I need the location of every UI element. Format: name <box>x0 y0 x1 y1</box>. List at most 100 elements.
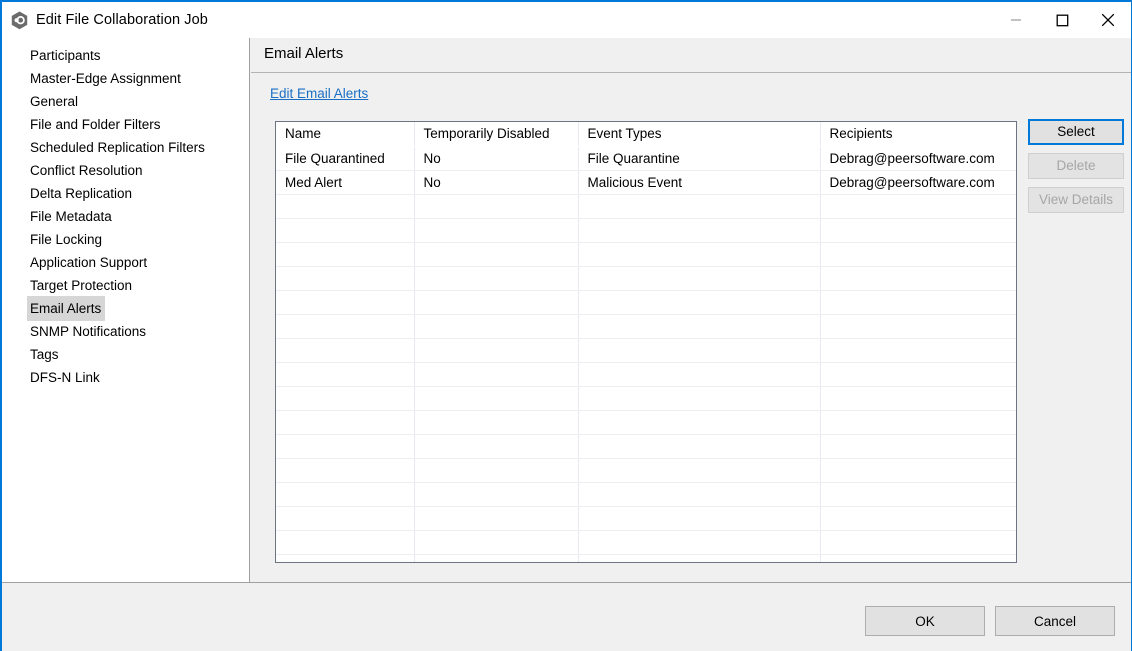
window-title: Edit File Collaboration Job <box>36 12 208 28</box>
title-bar: Edit File Collaboration Job <box>2 2 1131 38</box>
table-row[interactable]: Med Alert No Malicious Event Debrag@peer… <box>276 170 1016 195</box>
cell-empty <box>820 506 1016 531</box>
cell-empty <box>578 218 821 243</box>
sidebar-item-delta-replication[interactable]: Delta Replication <box>2 181 249 204</box>
cell-empty <box>414 218 579 243</box>
close-icon[interactable] <box>1085 2 1131 38</box>
table-row[interactable] <box>276 530 1016 555</box>
cell-empty <box>276 290 415 315</box>
cell-empty <box>820 218 1016 243</box>
sidebar-item-label: DFS-N Link <box>30 370 100 385</box>
table-row[interactable] <box>276 338 1016 363</box>
cell-empty <box>578 506 821 531</box>
cell-empty <box>414 434 579 459</box>
column-header-name[interactable]: Name <box>276 122 415 147</box>
table-row[interactable] <box>276 410 1016 435</box>
cell-empty <box>578 242 821 267</box>
table-row[interactable] <box>276 458 1016 483</box>
table-row[interactable] <box>276 218 1016 243</box>
view-details-button[interactable]: View Details <box>1028 187 1124 213</box>
table-row[interactable] <box>276 434 1016 459</box>
cell-empty <box>414 314 579 339</box>
cell-recipients: Debrag@peersoftware.com <box>820 146 1016 171</box>
cell-empty <box>820 410 1016 435</box>
select-button[interactable]: Select <box>1028 119 1124 145</box>
cell-empty <box>414 362 579 387</box>
sidebar-item-dfs-n-link[interactable]: DFS-N Link <box>2 365 249 388</box>
peer-hexagon-icon <box>10 10 28 30</box>
maximize-icon[interactable] <box>1039 2 1085 38</box>
column-header-recipients[interactable]: Recipients <box>820 122 1016 147</box>
cell-event-types: File Quarantine <box>578 146 821 171</box>
sidebar-item-file-and-folder-filters[interactable]: File and Folder Filters <box>2 112 249 135</box>
table-row[interactable] <box>276 482 1016 507</box>
cell-empty <box>276 266 415 291</box>
sidebar-item-label: Target Protection <box>30 278 133 293</box>
sidebar-item-snmp-notifications[interactable]: SNMP Notifications <box>2 319 249 342</box>
cell-empty <box>276 314 415 339</box>
column-header-event-types[interactable]: Event Types <box>578 122 821 147</box>
sidebar-item-label: Master-Edge Assignment <box>30 71 181 86</box>
sidebar-item-application-support[interactable]: Application Support <box>2 250 249 273</box>
cell-empty <box>276 410 415 435</box>
table-row[interactable] <box>276 290 1016 315</box>
cell-empty <box>578 338 821 363</box>
sidebar-item-email-alerts[interactable]: Email Alerts <box>2 296 249 321</box>
email-alerts-panel: Email Alerts Edit Email Alerts Name Temp… <box>251 38 1131 582</box>
sidebar-item-tags[interactable]: Tags <box>2 342 249 365</box>
cell-temporarily-disabled: No <box>414 146 579 171</box>
sidebar-item-conflict-resolution[interactable]: Conflict Resolution <box>2 158 249 181</box>
ok-button[interactable]: OK <box>865 606 985 636</box>
cell-empty <box>414 530 579 555</box>
table-row[interactable] <box>276 506 1016 531</box>
delete-button[interactable]: Delete <box>1028 153 1124 179</box>
sidebar-item-label: File Metadata <box>30 209 112 224</box>
sidebar-item-label: Scheduled Replication Filters <box>30 140 205 155</box>
sidebar-item-scheduled-replication-filters[interactable]: Scheduled Replication Filters <box>2 135 249 158</box>
cell-empty <box>578 386 821 411</box>
cell-event-types: Malicious Event <box>578 170 821 195</box>
page-title: Email Alerts <box>264 45 344 62</box>
cell-name: File Quarantined <box>276 146 415 171</box>
sidebar-item-general[interactable]: General <box>2 89 249 112</box>
cell-empty <box>820 554 1016 562</box>
sidebar-item-file-locking[interactable]: File Locking <box>2 227 249 250</box>
sidebar-item-file-metadata[interactable]: File Metadata <box>2 204 249 227</box>
sidebar-item-participants[interactable]: Participants <box>2 43 249 66</box>
table-row[interactable]: File Quarantined No File Quarantine Debr… <box>276 146 1016 171</box>
sidebar-item-label: File and Folder Filters <box>30 117 161 132</box>
cell-empty <box>820 314 1016 339</box>
cell-empty <box>578 362 821 387</box>
cell-empty <box>276 362 415 387</box>
sidebar-item-target-protection[interactable]: Target Protection <box>2 273 249 296</box>
cell-empty <box>414 386 579 411</box>
cell-empty <box>276 530 415 555</box>
column-header-temporarily-disabled[interactable]: Temporarily Disabled <box>414 122 579 147</box>
cell-empty <box>820 386 1016 411</box>
cell-empty <box>276 338 415 363</box>
table-row[interactable] <box>276 314 1016 339</box>
cell-empty <box>578 434 821 459</box>
table-header-row: Name Temporarily Disabled Event Types Re… <box>276 122 1016 147</box>
table-row[interactable] <box>276 554 1016 562</box>
table-row[interactable] <box>276 266 1016 291</box>
cancel-button[interactable]: Cancel <box>995 606 1115 636</box>
sidebar-item-label: Tags <box>30 347 59 362</box>
cell-empty <box>820 362 1016 387</box>
cell-name: Med Alert <box>276 170 415 195</box>
panel-header: Email Alerts <box>251 38 1131 73</box>
table-row[interactable] <box>276 194 1016 219</box>
cell-empty <box>578 554 821 562</box>
cell-empty <box>276 434 415 459</box>
email-alerts-table[interactable]: Name Temporarily Disabled Event Types Re… <box>275 121 1017 563</box>
cell-empty <box>578 266 821 291</box>
cell-empty <box>414 290 579 315</box>
sidebar-item-master-edge-assignment[interactable]: Master-Edge Assignment <box>2 66 249 89</box>
table-row[interactable] <box>276 242 1016 267</box>
edit-email-alerts-link[interactable]: Edit Email Alerts <box>270 86 368 101</box>
table-row[interactable] <box>276 386 1016 411</box>
minimize-icon[interactable] <box>993 2 1039 38</box>
table-row[interactable] <box>276 362 1016 387</box>
cell-empty <box>820 290 1016 315</box>
cell-empty <box>276 218 415 243</box>
